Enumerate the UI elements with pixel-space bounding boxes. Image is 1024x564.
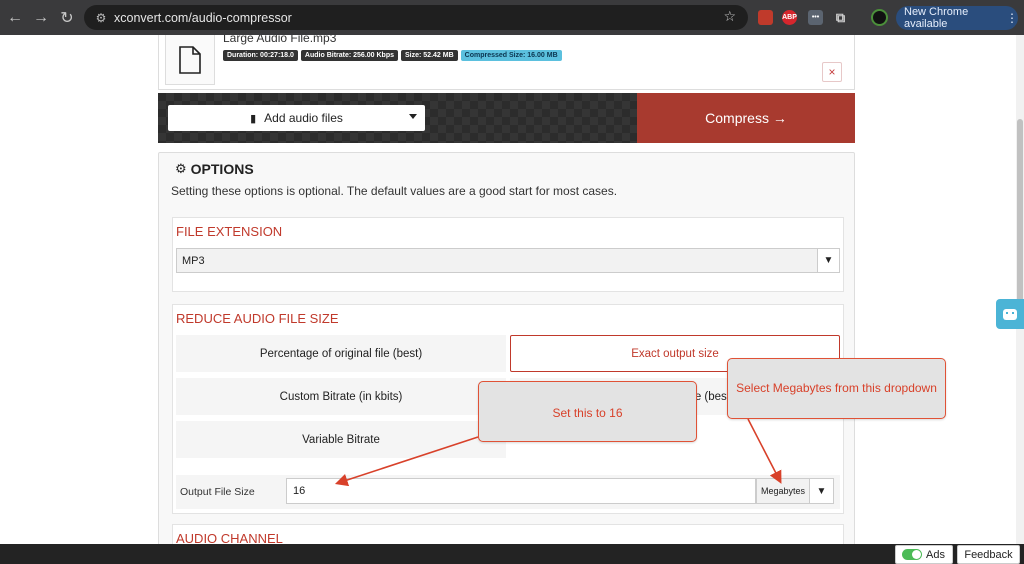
options-title: ⚙ OPTIONS xyxy=(175,161,254,177)
extensions-puzzle-icon[interactable]: ⧉ xyxy=(833,10,848,25)
bookmark-star-icon[interactable]: ☆ xyxy=(723,8,736,25)
files-icon: ▮ xyxy=(250,112,257,125)
page-scrollbar[interactable] xyxy=(1016,35,1024,544)
triangle-down-icon[interactable]: ▼ xyxy=(817,249,839,272)
address-bar[interactable]: ⚙ xconvert.com/audio-compressor ☆ xyxy=(84,5,748,30)
feedback-button[interactable]: Feedback xyxy=(957,545,1020,564)
ads-toggle-button[interactable]: Ads xyxy=(895,545,953,564)
site-info-icon[interactable]: ⚙ xyxy=(90,11,112,25)
scrollbar-thumb[interactable] xyxy=(1017,119,1023,319)
gear-icon: ⚙ xyxy=(175,161,187,176)
adblock-extension-icon[interactable]: ABP xyxy=(782,10,797,25)
caret-down-icon xyxy=(409,114,417,119)
page-content: Large Audio File.mp3 Duration: 00:27:18.… xyxy=(0,35,1016,544)
variable-bitrate-option-button[interactable]: Variable Bitrate xyxy=(176,421,506,458)
size-unit-value: Megabytes xyxy=(761,486,806,496)
reduce-size-title: REDUCE AUDIO FILE SIZE xyxy=(176,311,339,326)
file-document-icon xyxy=(165,35,215,85)
audio-channel-title: AUDIO CHANNEL xyxy=(176,531,283,544)
options-description: Setting these options is optional. The d… xyxy=(171,184,618,198)
add-audio-files-button[interactable]: ▮ Add audio files xyxy=(168,105,425,131)
chrome-update-button[interactable]: New Chrome available ⋮ xyxy=(896,6,1018,30)
browser-toolbar: ← → ↻ ⚙ xconvert.com/audio-compressor ☆ … xyxy=(0,0,1024,35)
annotation-set-value: Set this to 16 xyxy=(478,381,697,442)
forward-arrow-icon[interactable]: → xyxy=(28,5,54,31)
output-size-row: Output File Size 16 Megabytes ▼ xyxy=(176,475,840,509)
toggle-switch-icon[interactable] xyxy=(902,549,922,560)
add-files-label: Add audio files xyxy=(264,111,343,125)
action-bar: ▮ Add audio files Compress → xyxy=(158,93,855,143)
size-unit-select[interactable]: Megabytes ▼ xyxy=(756,478,834,504)
custom-bitrate-option-button[interactable]: Custom Bitrate (in kbits) xyxy=(176,378,506,415)
profile-avatar[interactable] xyxy=(871,9,888,26)
url-text: xconvert.com/audio-compressor xyxy=(114,10,292,25)
audio-channel-section: AUDIO CHANNEL xyxy=(172,524,844,544)
ads-label: Ads xyxy=(926,548,945,561)
bottom-bar xyxy=(0,544,1024,564)
update-label: New Chrome available xyxy=(904,6,969,30)
file-name: Large Audio File.mp3 xyxy=(223,35,337,45)
more-menu-icon[interactable]: ⋮ xyxy=(1006,11,1018,25)
bitrate-badge: Audio Bitrate: 256.00 Kbps xyxy=(300,50,398,61)
size-badge: Size: 52.42 MB xyxy=(401,50,458,61)
compress-button[interactable]: Compress → xyxy=(637,93,855,143)
dots-extension-icon[interactable]: ••• xyxy=(808,10,823,25)
triangle-down-icon[interactable]: ▼ xyxy=(809,479,833,503)
percentage-option-button[interactable]: Percentage of original file (best) xyxy=(176,335,506,372)
add-files-area: ▮ Add audio files xyxy=(158,93,637,143)
output-size-input[interactable]: 16 xyxy=(286,478,756,504)
remove-file-button[interactable]: × xyxy=(822,62,842,82)
back-arrow-icon[interactable]: ← xyxy=(2,5,28,31)
compressed-size-badge: Compressed Size: 16.00 MB xyxy=(460,50,562,61)
book-extension-icon[interactable] xyxy=(758,10,773,25)
annotation-select-unit: Select Megabytes from this dropdown xyxy=(727,358,946,419)
help-chat-widget[interactable] xyxy=(996,299,1024,329)
file-extension-title: FILE EXTENSION xyxy=(176,224,283,239)
file-badges: Duration: 00:27:18.0 Audio Bitrate: 256.… xyxy=(223,50,562,61)
reload-icon[interactable]: ↻ xyxy=(54,5,80,31)
options-panel: ⚙ OPTIONS Setting these options is optio… xyxy=(158,152,855,544)
chat-face-icon xyxy=(1003,308,1017,320)
file-extension-value: MP3 xyxy=(182,254,205,267)
output-size-label: Output File Size xyxy=(180,486,255,498)
file-extension-select[interactable]: MP3 ▼ xyxy=(176,248,840,273)
file-extension-section: FILE EXTENSION MP3 ▼ xyxy=(172,217,844,292)
options-title-text: OPTIONS xyxy=(190,161,254,177)
duration-badge: Duration: 00:27:18.0 xyxy=(223,50,298,61)
file-card: Large Audio File.mp3 Duration: 00:27:18.… xyxy=(158,35,855,90)
